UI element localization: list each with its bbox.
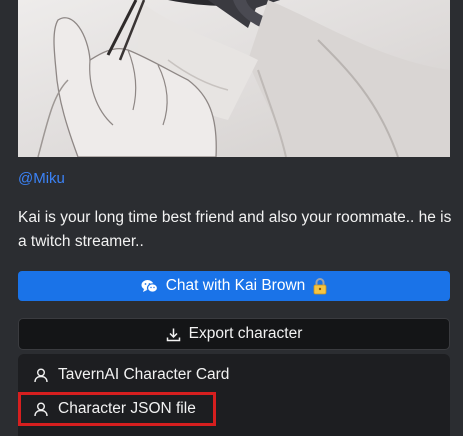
character-cover-image (18, 0, 450, 157)
menu-item-json-file[interactable]: Character JSON file (18, 392, 216, 426)
chat-button-label: Chat with Kai Brown (165, 277, 306, 294)
menu-item-tavernai-card[interactable]: TavernAI Character Card (18, 360, 450, 390)
export-character-button[interactable]: Export character (18, 318, 450, 350)
creator-link[interactable]: @Miku (18, 170, 65, 187)
menu-item-label: TavernAI Character Card (58, 366, 230, 383)
download-icon (166, 327, 181, 342)
export-character-label: Export character (188, 325, 303, 342)
wechat-icon (141, 279, 158, 294)
lock-icon (313, 277, 327, 295)
user-icon (34, 368, 48, 383)
anime-illustration (37, 0, 450, 157)
export-format-menu: TavernAI Character Card Character JSON f… (18, 354, 450, 436)
character-description: Kai is your long time best friend and al… (18, 209, 452, 250)
chat-button[interactable]: Chat with Kai Brown (18, 271, 450, 301)
menu-item-label: Character JSON file (58, 400, 196, 417)
character-page: @Miku Kai is your long time best friend … (0, 0, 463, 436)
user-icon (34, 402, 48, 417)
